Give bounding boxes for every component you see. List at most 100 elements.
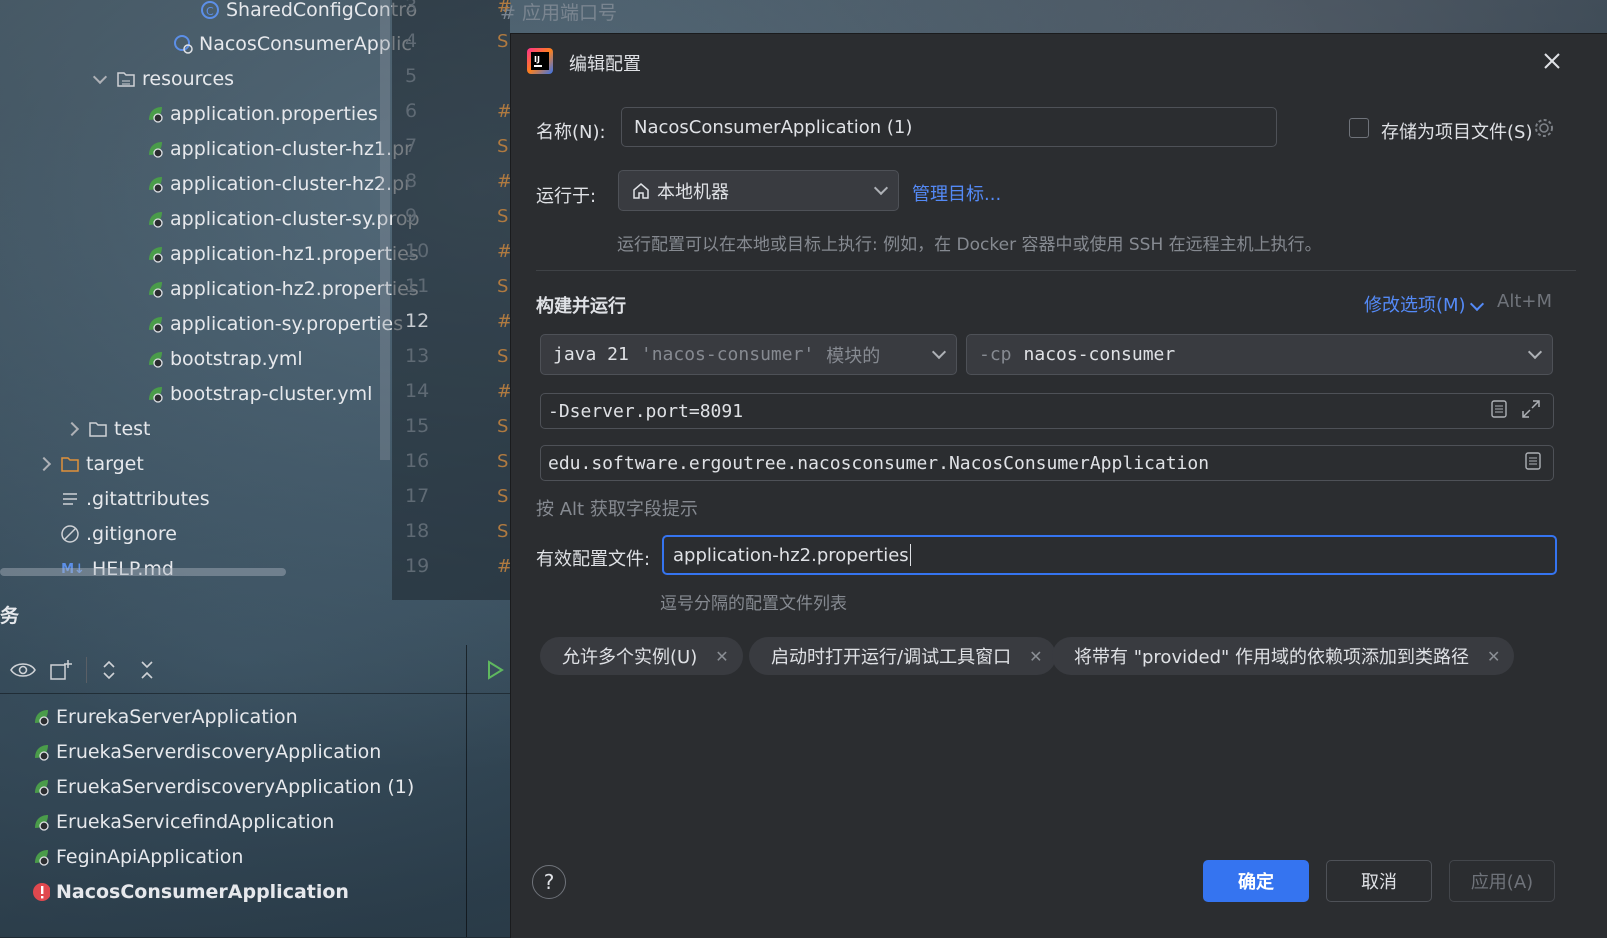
- tree-item-gitattributes[interactable]: .gitattributes: [60, 484, 210, 514]
- gear-icon[interactable]: [1533, 117, 1555, 143]
- line-number: 3: [405, 0, 418, 17]
- apply-button[interactable]: 应用(A): [1449, 860, 1555, 902]
- code-line-start: S: [497, 136, 509, 157]
- store-as-project-file-checkbox[interactable]: [1349, 118, 1369, 138]
- tree-item-config[interactable]: application-cluster-sy.prop: [146, 204, 420, 234]
- classpath-dropdown[interactable]: -cp nacos-consumer: [966, 334, 1553, 375]
- service-item[interactable]: EruekaServerdiscoveryApplication (1): [32, 771, 414, 803]
- spring-boot-icon: [32, 813, 50, 831]
- service-item[interactable]: EruekaServicefindApplication: [32, 806, 334, 838]
- modify-options-shortcut: Alt+M: [1497, 291, 1552, 312]
- name-field[interactable]: NacosConsumerApplication (1): [621, 107, 1277, 147]
- line-number: 6: [405, 100, 418, 122]
- line-number: 4: [405, 30, 418, 52]
- chevron-down-icon: [90, 69, 110, 89]
- tree-item-config[interactable]: application-cluster-hz2.pr: [146, 169, 412, 199]
- line-number: 5: [405, 65, 418, 87]
- code-line-start: S: [497, 346, 509, 367]
- main-class-field[interactable]: edu.software.ergoutree.nacosconsumer.Nac…: [540, 445, 1554, 481]
- vm-options-value: -Dserver.port=8091: [548, 400, 744, 422]
- section-title-build-run: 构建并运行: [536, 296, 626, 317]
- code-line-start: S: [497, 31, 509, 52]
- spring-config-icon: [146, 385, 164, 403]
- browse-class-icon[interactable]: [1525, 451, 1541, 475]
- dialog-title: 编辑配置: [569, 54, 641, 75]
- modify-options-link[interactable]: 修改选项(M): [1364, 291, 1466, 317]
- help-button[interactable]: ?: [532, 865, 566, 899]
- folder-icon: [60, 454, 80, 474]
- tree-item-label: target: [86, 453, 144, 475]
- spring-config-icon: [146, 210, 164, 228]
- close-icon[interactable]: [1541, 50, 1563, 72]
- tree-item-config[interactable]: bootstrap-cluster.yml: [146, 379, 372, 409]
- tree-item-label: application.properties: [170, 103, 378, 125]
- tree-vertical-scrollbar[interactable]: [380, 0, 390, 460]
- active-profiles-field[interactable]: application-hz2.properties: [662, 535, 1557, 575]
- tree-item-config[interactable]: application-sy.properties: [146, 309, 403, 339]
- tree-item-label: resources: [142, 68, 235, 90]
- spring-boot-icon: [32, 848, 50, 866]
- service-item[interactable]: ErurekaServerApplication: [32, 701, 298, 733]
- tree-item-resources[interactable]: resources: [90, 64, 234, 94]
- editor-gutter: [392, 0, 510, 600]
- services-toolbar: [0, 645, 510, 694]
- cancel-button[interactable]: 取消: [1326, 860, 1432, 902]
- remove-chip-icon[interactable]: ✕: [1487, 647, 1500, 666]
- ok-button[interactable]: 确定: [1203, 860, 1309, 902]
- remove-chip-icon[interactable]: ✕: [1029, 647, 1042, 666]
- line-number: 19: [405, 555, 430, 577]
- run-icon[interactable]: [480, 655, 510, 685]
- expand-editor-icon[interactable]: [1491, 399, 1507, 423]
- line-number: 9: [405, 205, 418, 227]
- chip-open-tool-window[interactable]: 启动时打开运行/调试工具窗口 ✕: [749, 637, 1057, 675]
- tree-item-config[interactable]: application-hz1.properties: [146, 239, 419, 269]
- fullscreen-icon[interactable]: [1521, 399, 1541, 424]
- tree-item-target[interactable]: target: [34, 449, 144, 479]
- collapse-all-icon[interactable]: [132, 655, 162, 685]
- service-item[interactable]: FeginApiApplication: [32, 841, 243, 873]
- jdk-java: java 21: [553, 344, 629, 365]
- line-number: 12: [405, 310, 430, 332]
- remove-chip-icon[interactable]: ✕: [715, 647, 728, 666]
- code-line-start: S: [497, 276, 509, 297]
- text-cursor: [909, 544, 911, 566]
- tree-item-config[interactable]: application.properties: [146, 99, 378, 129]
- ignore-file-icon: [60, 524, 80, 544]
- cp-flag: -cp: [979, 344, 1012, 365]
- line-number: 10: [405, 240, 430, 262]
- spring-class-icon: C: [200, 0, 220, 20]
- vm-options-field[interactable]: -Dserver.port=8091: [540, 393, 1554, 429]
- tree-item-test[interactable]: test: [62, 414, 151, 444]
- chevron-right-icon: [34, 454, 54, 474]
- active-profiles-label: 有效配置文件:: [536, 549, 651, 570]
- manage-targets-link[interactable]: 管理目标...: [912, 180, 1001, 206]
- line-number: 17: [405, 485, 430, 507]
- tree-item-nacos-app[interactable]: NacosConsumerApplic: [173, 29, 412, 59]
- tree-item-label: bootstrap.yml: [170, 348, 303, 370]
- service-item[interactable]: EruekaServerdiscoveryApplication: [32, 736, 381, 768]
- service-item-error[interactable]: NacosConsumerApplication: [32, 876, 349, 908]
- svg-text:IJ: IJ: [534, 55, 540, 64]
- line-number: 15: [405, 415, 430, 437]
- tree-item-gitignore[interactable]: .gitignore: [60, 519, 177, 549]
- tree-item-config[interactable]: application-hz2.properties: [146, 274, 419, 304]
- expand-all-icon[interactable]: [94, 655, 124, 685]
- name-value: NacosConsumerApplication (1): [634, 116, 913, 138]
- chip-allow-multiple[interactable]: 允许多个实例(U) ✕: [540, 637, 743, 675]
- tree-item-label: bootstrap-cluster.yml: [170, 383, 373, 405]
- chevron-down-icon: [1527, 344, 1543, 360]
- chip-label: 启动时打开运行/调试工具窗口: [771, 647, 1012, 668]
- code-comment: # 应用端口号: [500, 2, 617, 24]
- run-on-dropdown[interactable]: 本地机器: [618, 170, 899, 211]
- add-service-icon[interactable]: [46, 655, 76, 685]
- code-line-start: S: [497, 416, 509, 437]
- chip-provided-scope[interactable]: 将带有 "provided" 作用域的依赖项添加到类路径 ✕: [1052, 637, 1515, 675]
- eye-icon[interactable]: [8, 655, 38, 685]
- tree-item-config[interactable]: bootstrap.yml: [146, 344, 303, 374]
- tree-item-config[interactable]: application-cluster-hz1.pr: [146, 134, 412, 164]
- service-label: FeginApiApplication: [56, 846, 244, 868]
- tree-horizontal-scrollbar[interactable]: [0, 568, 286, 576]
- spring-config-icon: [146, 315, 164, 333]
- spring-boot-icon: [32, 708, 50, 726]
- jdk-dropdown[interactable]: java 21 'nacos-consumer' 模块的: [540, 334, 957, 375]
